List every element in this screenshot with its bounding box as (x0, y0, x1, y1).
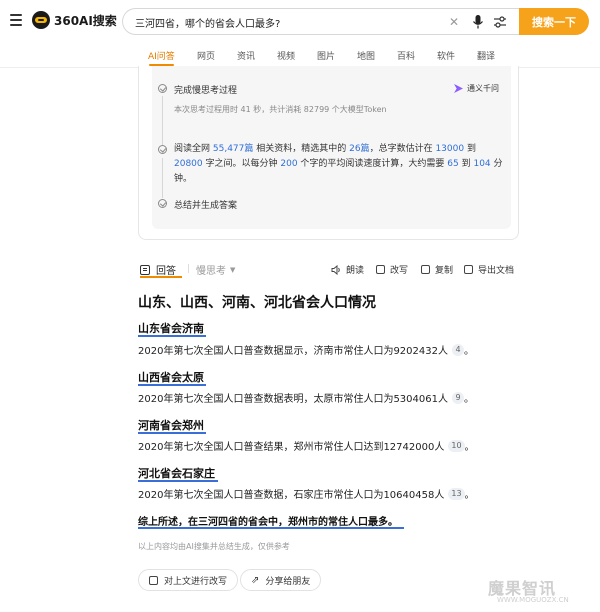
step-connector (162, 96, 163, 146)
tab-video[interactable]: 视频 (277, 49, 295, 62)
brand-name: 360AI搜索 (54, 13, 117, 28)
copy-button[interactable]: 复制 (421, 263, 453, 276)
tab-ai-qa[interactable]: AI问答 (148, 49, 175, 66)
answer-summary: 综上所述，在三河四省的省会中，郑州市的常住人口最多。 (138, 517, 398, 528)
share-friends-button[interactable]: ⇗ 分享给朋友 (240, 569, 322, 591)
model-tag: 通义千问 (454, 83, 499, 94)
answer-tab-label: 回答 (156, 266, 176, 277)
thinking-card: 完成慢思考过程 本次思考过程用时 41 秒，共计消耗 82799 个大模型Tok… (138, 66, 519, 240)
section-heading-jinan: 山东省会济南 (138, 322, 204, 335)
export-icon (464, 265, 473, 274)
answer-tab[interactable]: 回答 (140, 262, 176, 277)
tab-images[interactable]: 图片 (317, 49, 335, 62)
answer-icon (140, 264, 150, 275)
summary-underline (138, 527, 404, 529)
step-time-tokens: 本次思考过程用时 41 秒，共计消耗 82799 个大模型Token (174, 105, 387, 114)
tab-web[interactable]: 网页 (197, 49, 215, 62)
citation-badge[interactable]: 10 (448, 439, 465, 452)
step-connector (162, 158, 163, 198)
logo-icon (32, 11, 50, 29)
corner-watermark-url: WWW.MOGUOZX.CN (497, 596, 569, 604)
tab-news[interactable]: 资讯 (237, 49, 255, 62)
tab-software[interactable]: 软件 (437, 49, 455, 62)
tab-baike[interactable]: 百科 (397, 49, 415, 62)
citation-badge[interactable]: 4 (452, 343, 464, 356)
search-button[interactable]: 搜索一下 (519, 8, 589, 35)
speaker-icon (331, 264, 340, 275)
section-heading-shijiazhuang: 河北省会石家庄 (138, 467, 215, 480)
check-circle-icon (158, 199, 167, 208)
check-circle-icon (158, 84, 167, 93)
top-bar: 360AI搜索 ✕ 搜索一下 (0, 0, 600, 42)
heading-underline (138, 432, 206, 434)
search-box: ✕ (122, 8, 520, 35)
thinking-steps: 完成慢思考过程 本次思考过程用时 41 秒，共计消耗 82799 个大模型Tok… (152, 66, 511, 229)
tab-divider (188, 264, 189, 273)
citation-badge[interactable]: 9 (452, 391, 464, 404)
answer-title: 山东、山西、河南、河北省会人口情况 (138, 295, 376, 311)
heading-underline (138, 335, 206, 337)
section-body-shijiazhuang: 2020年第七次全国人口普查数据，石家庄市常住人口为10640458人 13。 (138, 487, 475, 501)
active-tab-underline (140, 276, 182, 278)
step-reading-stats: 阅读全网 55,477篇 相关资料，精选其中的 26篇，总字数估计在 13000… (174, 144, 503, 184)
section-heading-taiyuan: 山西省会太原 (138, 371, 204, 384)
slow-thinking-label: 慢思考 (196, 266, 226, 277)
search-tabs: AI问答 网页 资讯 视频 图片 地图 百科 软件 翻译 (0, 44, 600, 68)
tab-translate[interactable]: 翻译 (477, 49, 495, 62)
heading-underline (138, 384, 206, 386)
tab-map[interactable]: 地图 (357, 49, 375, 62)
heading-underline (138, 480, 218, 482)
ai-disclaimer: 以上内容均由AI搜集并总结生成，仅供参考 (138, 542, 290, 551)
menu-icon[interactable] (10, 14, 22, 26)
step-complete-thinking: 完成慢思考过程 (174, 86, 238, 96)
brand-logo[interactable]: 360AI搜索 (32, 11, 117, 29)
export-doc-button[interactable]: 导出文档 (464, 263, 514, 276)
rewrite-above-button[interactable]: 对上文进行改写 (138, 569, 239, 591)
microphone-icon[interactable] (472, 14, 484, 30)
share-icon: ⇗ (251, 574, 260, 586)
edit-icon (149, 575, 158, 585)
section-body-zhengzhou: 2020年第七次全国人口普查结果，郑州市常住人口达到12742000人 10。 (138, 439, 475, 453)
tongyi-model-icon (454, 84, 463, 93)
chevron-down-icon: ▼ (230, 265, 236, 274)
slow-thinking-tab[interactable]: 慢思考 ▼ (196, 262, 236, 278)
section-body-jinan: 2020年第七次全国人口普查数据显示，济南市常住人口为9202432人 4。 (138, 343, 474, 357)
citation-badge[interactable]: 13 (448, 487, 465, 500)
check-circle-icon (158, 145, 167, 154)
section-heading-zhengzhou: 河南省会郑州 (138, 419, 204, 432)
copy-icon (421, 265, 430, 274)
step-summarize: 总结并生成答案 (174, 201, 238, 211)
filter-settings-icon[interactable] (493, 15, 507, 29)
search-input[interactable] (135, 14, 435, 30)
model-name: 通义千问 (467, 84, 499, 93)
read-aloud-button[interactable]: 朗读 (331, 263, 364, 276)
section-body-taiyuan: 2020年第七次全国人口普查数据表明，太原市常住人口为5304061人 9。 (138, 391, 474, 405)
edit-icon (376, 265, 385, 274)
clear-icon[interactable]: ✕ (449, 15, 459, 29)
rewrite-button[interactable]: 改写 (376, 263, 408, 276)
